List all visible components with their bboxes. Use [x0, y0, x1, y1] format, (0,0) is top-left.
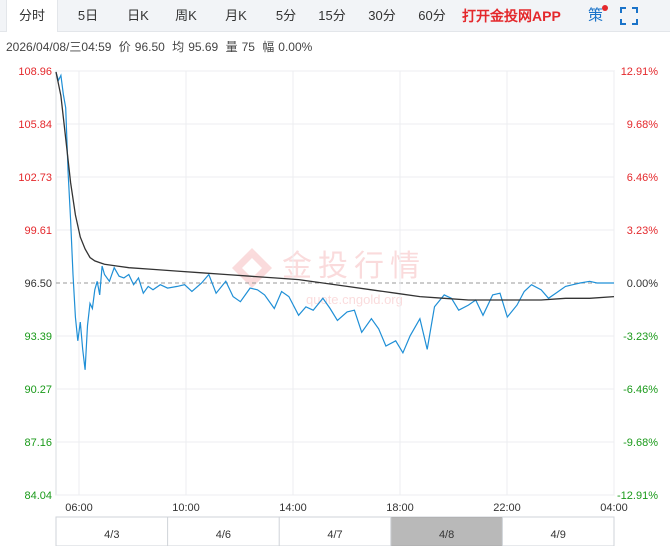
x-tick-label: 18:00 — [386, 502, 414, 514]
y-axis-left: 108.96 105.84 102.73 99.61 96.50 93.39 90.27 87… — [18, 66, 52, 502]
y-tick-label-right: -9.68% — [623, 437, 658, 449]
navigator-day-label: 4/8 — [439, 529, 454, 541]
y-tick-label-left: 84.04 — [24, 490, 52, 502]
y-axis-right: 12.91% 9.68% 6.46% 3.23% 0.00% -3.23% -6.46% -9… — [617, 66, 658, 502]
y-tick-label-right: -3.23% — [623, 331, 658, 343]
watermark-url: quote.cngold.org — [306, 292, 403, 307]
watermark-text: 金投行情 — [282, 250, 426, 283]
y-tick-label-left: 96.50 — [24, 278, 52, 290]
y-tick-label-right: -12.91% — [617, 490, 658, 502]
x-tick-label: 22:00 — [493, 502, 521, 514]
navigator-day-label: 4/3 — [104, 529, 119, 541]
y-tick-label-left: 102.73 — [18, 172, 52, 184]
navigator-day-label: 4/6 — [216, 529, 231, 541]
x-tick-label: 14:00 — [279, 502, 307, 514]
y-tick-label-right: 6.46% — [627, 172, 658, 184]
navigator-day-label: 4/7 — [327, 529, 342, 541]
x-tick-label: 06:00 — [65, 502, 93, 514]
x-axis: 06:00 10:00 14:00 18:00 22:00 04:00 — [65, 502, 628, 514]
y-tick-label-right: 3.23% — [627, 225, 658, 237]
y-tick-label-left: 87.16 — [24, 437, 52, 449]
navigator-day-label: 4/9 — [551, 529, 566, 541]
y-tick-label-left: 93.39 — [24, 331, 52, 343]
day-navigator[interactable]: 4/3 4/6 4/7 4/8 4/9 — [55, 516, 615, 546]
x-tick-label: 10:00 — [172, 502, 200, 514]
y-tick-label-left: 108.96 — [18, 66, 52, 78]
intraday-chart[interactable]: 金投行情 quote.cngold.org 108.96 105.84 102.73… — [0, 0, 670, 546]
x-tick-label: 04:00 — [600, 502, 628, 514]
price-series-line — [55, 71, 614, 370]
y-tick-label-right: 9.68% — [627, 119, 658, 131]
y-tick-label-right: 0.00% — [627, 278, 658, 290]
y-tick-label-right: -6.46% — [623, 384, 658, 396]
y-tick-label-left: 105.84 — [18, 119, 52, 131]
y-tick-label-left: 99.61 — [24, 225, 52, 237]
y-tick-label-right: 12.91% — [621, 66, 659, 78]
series-layer — [55, 71, 615, 370]
y-tick-label-left: 90.27 — [24, 384, 52, 396]
